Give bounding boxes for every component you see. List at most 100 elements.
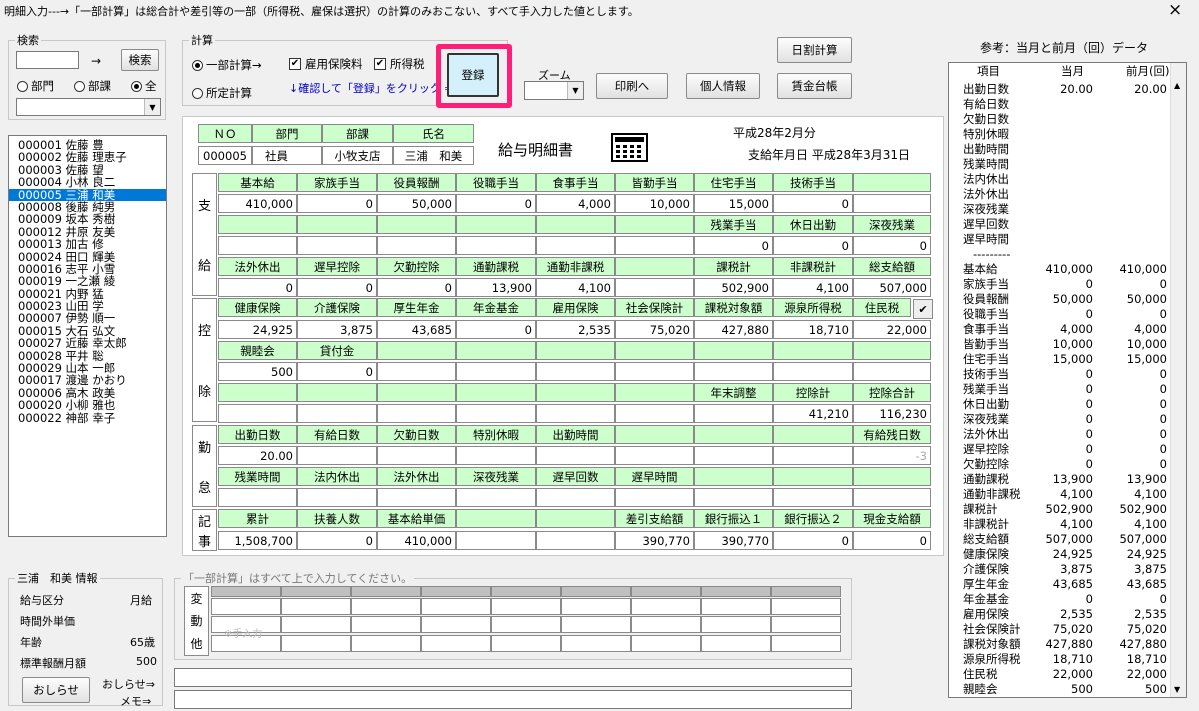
field-value-ded_v2-7[interactable]: [773, 362, 853, 381]
notice-textbox[interactable]: [174, 668, 852, 687]
field-value-ded_v3-0[interactable]: [218, 404, 297, 423]
employee-list-item[interactable]: 000002 佐藤 理恵子: [9, 151, 166, 164]
variable-input-cell[interactable]: [631, 616, 701, 633]
field-value-pay_v3-3[interactable]: 13,900: [456, 278, 536, 297]
field-value-ded_v1-5[interactable]: 75,020: [615, 320, 694, 339]
variable-input-cell[interactable]: [771, 598, 841, 615]
field-value-pay_v3-0[interactable]: 0: [218, 278, 297, 297]
employee-list[interactable]: 000001 佐藤 豊 000002 佐藤 理恵子 000003 佐藤 望 00000…: [8, 135, 167, 537]
radio-all[interactable]: 全: [131, 78, 157, 94]
field-value-pay_v2-5[interactable]: [615, 236, 694, 255]
reference-list[interactable]: 項目 当月 前月(回) 出勤日数 20.00 20.00 有給日数 欠勤日数 特別休暇 出勤…: [948, 62, 1187, 698]
field-value-att_v1-1[interactable]: [297, 446, 377, 465]
field-value-ded_v3-8[interactable]: 116,230: [853, 404, 931, 423]
field-value-pay_v3-4[interactable]: 4,100: [536, 278, 615, 297]
variable-input-cell[interactable]: [421, 616, 491, 633]
variable-input-cell[interactable]: [491, 598, 561, 615]
field-value-pay_v2-8[interactable]: 0: [853, 236, 931, 255]
field-value-ded_v2-1[interactable]: 0: [297, 362, 377, 381]
employee-list-item[interactable]: 000004 小林 良二: [9, 176, 166, 189]
calculator-icon[interactable]: [611, 133, 648, 162]
field-value-pay_v2-2[interactable]: [377, 236, 456, 255]
field-value-att_v1-4[interactable]: [536, 446, 615, 465]
employee-list-item[interactable]: 000013 加古 修: [9, 238, 166, 251]
field-value-pay_v3-7[interactable]: 4,100: [773, 278, 853, 297]
variable-input-cell[interactable]: [701, 616, 771, 633]
field-value-rec_v-1[interactable]: 0: [297, 531, 377, 550]
field-value-att_v2-4[interactable]: [536, 488, 615, 507]
search-button[interactable]: 検索: [121, 49, 159, 71]
field-value-pay_v2-4[interactable]: [536, 236, 615, 255]
employee-list-item[interactable]: 000017 渡邊 かおり: [9, 374, 166, 387]
field-value-att_v2-0[interactable]: [218, 488, 297, 507]
checkbox-employment-insurance[interactable]: ✔ 雇用保険料: [289, 56, 363, 72]
variable-input-cell[interactable]: [561, 616, 631, 633]
employee-list-item[interactable]: 000007 伊勢 順一: [9, 312, 166, 325]
field-value-ded_v3-1[interactable]: [297, 404, 377, 423]
field-value-pay_v2-7[interactable]: 0: [773, 236, 853, 255]
field-value-pay_v1-5[interactable]: 10,000: [615, 194, 694, 213]
employee-list-item[interactable]: 000020 小柳 雅也: [9, 399, 166, 412]
radio-full-calc[interactable]: 所定計算: [192, 85, 252, 101]
field-value-ded_v2-3[interactable]: [456, 362, 536, 381]
field-value-pay_v1-6[interactable]: 15,000: [694, 194, 773, 213]
reference-scrollbar[interactable]: ▲ ▼: [1170, 63, 1186, 697]
field-value-rec_v-6[interactable]: 390,770: [694, 531, 773, 550]
variable-input-cell[interactable]: [491, 635, 561, 652]
field-value-pay_v2-3[interactable]: [456, 236, 536, 255]
print-button[interactable]: 印刷へ: [596, 73, 668, 99]
variable-input-cell[interactable]: [771, 616, 841, 633]
variable-input-cell[interactable]: [491, 616, 561, 633]
variable-input-cell[interactable]: [561, 635, 631, 652]
field-value-ded_v1-0[interactable]: 24,925: [218, 320, 297, 339]
scroll-up-icon[interactable]: ▲: [1174, 81, 1180, 90]
radio-section[interactable]: 部課: [74, 78, 111, 94]
field-value-rec_v-0[interactable]: 1,508,700: [218, 531, 297, 550]
field-value-att_v1-6[interactable]: [694, 446, 773, 465]
field-value-ded_v3-4[interactable]: [536, 404, 615, 423]
personal-info-button[interactable]: 個人情報: [686, 73, 760, 99]
variable-input-cell[interactable]: [211, 598, 281, 615]
field-value-att_v2-8[interactable]: [853, 488, 931, 507]
field-value-rec_v-8[interactable]: 0: [853, 531, 931, 550]
variable-input-cell[interactable]: [421, 598, 491, 615]
employee-list-item[interactable]: 000022 神部 幸子: [9, 411, 166, 424]
field-value-att_v2-6[interactable]: [694, 488, 773, 507]
close-icon[interactable]: ×: [1168, 0, 1182, 20]
field-value-rec_v-3[interactable]: [456, 531, 536, 550]
register-button[interactable]: 登録: [447, 53, 499, 97]
field-value-pay_v1-8[interactable]: [853, 194, 931, 213]
field-value-ded_v3-5[interactable]: [615, 404, 694, 423]
field-value-att_v1-8[interactable]: -3: [853, 446, 931, 465]
notice-link[interactable]: おしらせ⇒: [102, 676, 155, 692]
variable-input-cell[interactable]: [351, 616, 421, 633]
variable-input-cell[interactable]: [561, 598, 631, 615]
daily-calc-button[interactable]: 日割計算: [777, 37, 852, 63]
employee-list-item[interactable]: 000009 坂本 秀樹: [9, 213, 166, 226]
variable-input-cell[interactable]: [631, 635, 701, 652]
variable-input-cell[interactable]: [771, 635, 841, 652]
field-value-pay_v3-8[interactable]: 507,000: [853, 278, 931, 297]
field-value-ded_v2-2[interactable]: [377, 362, 456, 381]
field-value-ded_v1-1[interactable]: 3,875: [297, 320, 377, 339]
field-value-pay_v2-6[interactable]: 0: [694, 236, 773, 255]
zoom-select[interactable]: ▼: [524, 81, 584, 100]
field-value-ded_v1-3[interactable]: 0: [456, 320, 536, 339]
wage-ledger-button[interactable]: 賃金台帳: [777, 73, 852, 99]
field-value-att_v1-5[interactable]: [615, 446, 694, 465]
field-value-att_v2-1[interactable]: [297, 488, 377, 507]
field-value-pay_v1-2[interactable]: 50,000: [377, 194, 456, 213]
field-value-pay_v1-0[interactable]: 410,000: [218, 194, 297, 213]
field-value-rec_v-7[interactable]: 0: [773, 531, 853, 550]
employee-list-item[interactable]: 000019 一之瀬 綾: [9, 275, 166, 288]
radio-dept[interactable]: 部門: [17, 78, 54, 94]
field-value-att_v1-2[interactable]: [377, 446, 456, 465]
field-value-pay_v3-2[interactable]: 0: [377, 278, 456, 297]
field-value-pay_v1-3[interactable]: 0: [456, 194, 536, 213]
field-value-att_v1-7[interactable]: [773, 446, 853, 465]
field-value-pay_v3-6[interactable]: 502,900: [694, 278, 773, 297]
field-value-att_v1-3[interactable]: [456, 446, 536, 465]
field-value-pay_v2-0[interactable]: [218, 236, 297, 255]
field-value-rec_v-5[interactable]: 390,770: [615, 531, 694, 550]
variable-input-cell[interactable]: [701, 635, 771, 652]
